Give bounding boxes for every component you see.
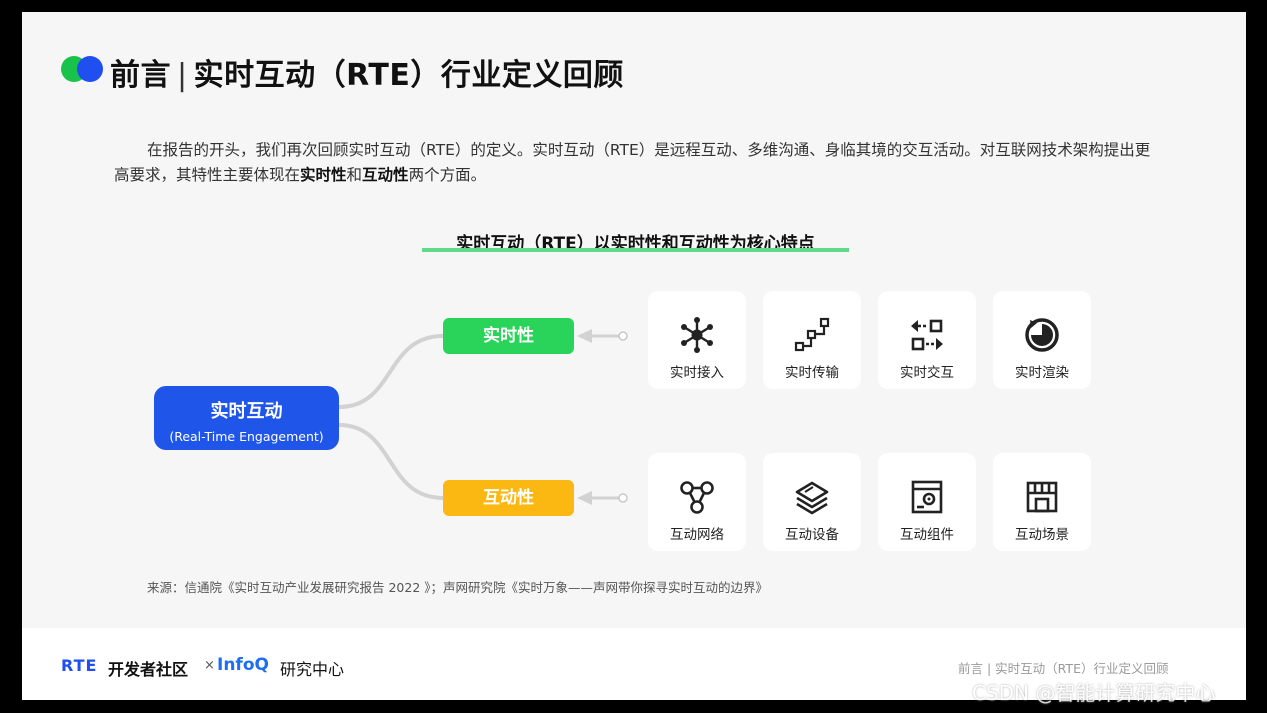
root-node-label: 实时互动 [210, 401, 283, 422]
card-interactive-device: 互动设备 [763, 453, 861, 551]
network-hub-icon [681, 317, 713, 353]
card-realtime-access: 实时接入 [648, 291, 746, 389]
logo-separator: × [204, 658, 215, 673]
rte-logo: RTE [61, 656, 98, 675]
source-note: 来源：信通院《实时互动产业发展研究报告 2022 》；声网研究院《实时万象——声… [147, 580, 769, 595]
component-window-icon [911, 480, 943, 514]
device-layers-icon [795, 481, 829, 515]
card-interactive-scene: 互动场景 [993, 453, 1091, 551]
card-realtime-render: 实时渲染 [993, 291, 1091, 389]
rte-logo-text: 开发者社区 [108, 660, 189, 679]
branch-realtime: 实时性 [443, 318, 574, 354]
render-refresh-icon [1025, 318, 1059, 352]
scene-storefront-icon [1026, 481, 1058, 513]
card-realtime-transfer: 实时传输 [763, 291, 861, 389]
card-realtime-interact: 实时交互 [878, 291, 976, 389]
csdn-watermark: CSDN @智能计算研究中心 [972, 681, 1216, 705]
card-interactive-component: 互动组件 [878, 453, 976, 551]
infoq-logo: InfoQ [217, 655, 269, 675]
transfer-steps-icon [794, 317, 830, 352]
page-tag: 前言 | 实时互动（RTE）行业定义回顾 [958, 661, 1169, 676]
branch-interactive: 互动性 [443, 480, 574, 516]
exchange-arrows-icon [911, 319, 943, 351]
root-node-sublabel: (Real-Time Engagement) [169, 429, 324, 444]
root-node-rte: 实时互动 (Real-Time Engagement) [154, 386, 339, 450]
card-interactive-network: 互动网络 [648, 453, 746, 551]
infoq-logo-text: 研究中心 [280, 660, 345, 679]
connected-nodes-icon [680, 481, 714, 514]
